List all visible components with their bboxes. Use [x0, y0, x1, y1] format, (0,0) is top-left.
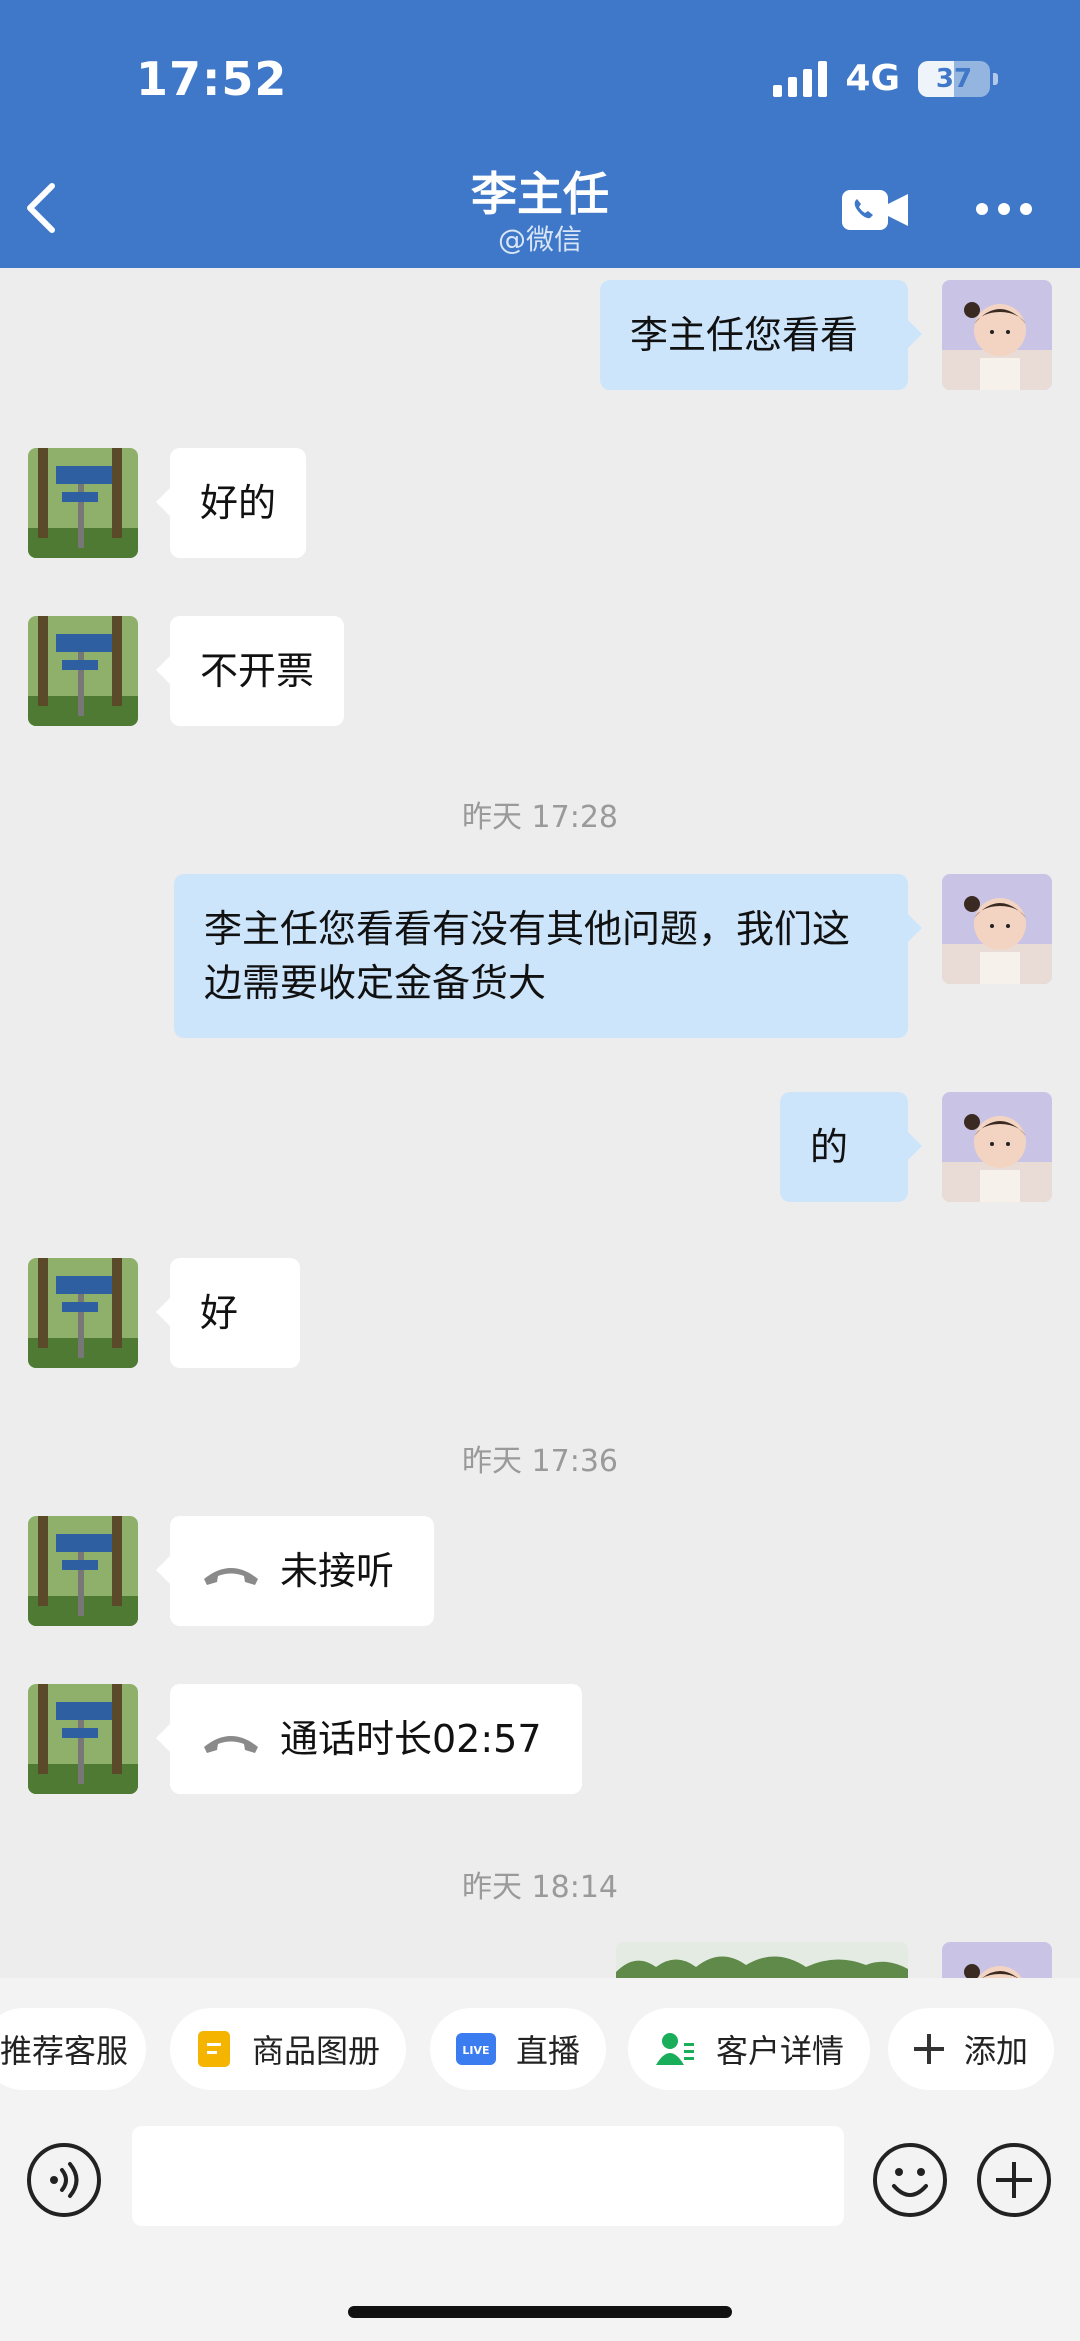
phone-hangup-icon — [204, 1735, 258, 1753]
message-incoming: 好的 — [155, 448, 307, 558]
image-message[interactable] — [616, 1942, 908, 1978]
status-indicators: 4G 37 — [773, 58, 998, 99]
chip-label: 客户详情 — [716, 2032, 845, 2070]
quick-actions-bar: 推荐客服 商品图册 LIVE 直播 客户详情 添加 — [0, 1978, 1080, 2126]
chip-label: 添加 — [964, 2032, 1029, 2070]
customer-icon — [654, 2031, 696, 2067]
message-text: 不开票 — [200, 649, 315, 693]
more-actions-plus-icon[interactable] — [976, 2142, 1052, 2218]
quick-action-add[interactable]: 添加 — [888, 2008, 1054, 2090]
timestamp: 昨天 17:36 — [462, 1444, 618, 1479]
my-avatar[interactable] — [942, 280, 1052, 390]
message-outgoing: 的 — [780, 1092, 922, 1202]
contact-avatar[interactable] — [28, 1516, 138, 1626]
voice-input-icon[interactable] — [26, 2142, 102, 2218]
message-text: 李主任您看看 — [630, 313, 859, 357]
plus-icon — [914, 2031, 944, 2067]
message-text: 李主任您看看有没有其他问题，我们这边需要收定金备货大 — [204, 907, 851, 1005]
message-text: 未接听 — [280, 1549, 395, 1593]
quick-action-recommend-service[interactable]: 推荐客服 — [0, 2008, 146, 2090]
call-record-duration[interactable]: 通话时长02:57 — [156, 1684, 582, 1794]
chat-title: 李主任 — [471, 167, 609, 221]
message-incoming: 不开票 — [155, 616, 345, 726]
quick-action-product-catalog[interactable]: 商品图册 — [170, 2008, 407, 2090]
message-text: 的 — [810, 1125, 849, 1169]
message-text: 好 — [200, 1291, 239, 1335]
status-time: 17:52 — [136, 52, 288, 106]
battery-level: 37 — [935, 63, 973, 94]
quick-action-customer-details[interactable]: 客户详情 — [628, 2008, 871, 2090]
top-header: 17:52 4G 37 李主任 @微信 — [0, 0, 1080, 268]
contact-avatar[interactable] — [28, 448, 138, 558]
phone-hangup-icon — [204, 1567, 258, 1585]
message-outgoing: 李主任您看看有没有其他问题，我们这边需要收定金备货大 — [174, 874, 922, 1038]
timestamp: 昨天 18:14 — [462, 1870, 618, 1905]
signal-icon — [773, 60, 828, 97]
quick-action-live[interactable]: LIVE 直播 — [430, 2008, 607, 2090]
home-indicator — [348, 2306, 732, 2318]
chip-label: 推荐客服 — [0, 2032, 129, 2070]
live-badge-text: LIVE — [462, 2044, 489, 2057]
contact-avatar[interactable] — [28, 1684, 138, 1794]
message-text: 通话时长02:57 — [280, 1717, 542, 1761]
chat-subtitle: @微信 — [497, 223, 582, 256]
input-bar — [0, 2126, 1080, 2341]
contact-avatar[interactable] — [28, 1258, 138, 1368]
message-input[interactable] — [132, 2126, 844, 2226]
contact-avatar[interactable] — [28, 616, 138, 726]
message-incoming: 好 — [156, 1258, 300, 1368]
call-record-missed[interactable]: 未接听 — [156, 1516, 434, 1626]
message-outgoing: 李主任您看看 — [600, 280, 922, 390]
chip-label: 商品图册 — [252, 2032, 381, 2070]
battery-icon: 37 — [918, 60, 998, 97]
my-avatar[interactable] — [942, 874, 1052, 984]
my-avatar[interactable] — [942, 1942, 1052, 1978]
timestamp: 昨天 17:28 — [462, 800, 618, 835]
message-text: 好的 — [200, 481, 277, 525]
chip-label: 直播 — [516, 2032, 581, 2070]
video-call-icon[interactable] — [842, 188, 910, 232]
catalog-icon — [196, 2031, 232, 2067]
chat-area: 李主任您看看 好的 不开票 昨天 17:28 李主任您看看有没有其他问题，我们这… — [0, 268, 1080, 1978]
more-icon[interactable] — [976, 200, 1032, 218]
my-avatar[interactable] — [942, 1092, 1052, 1202]
network-type: 4G — [845, 58, 900, 99]
live-icon: LIVE — [456, 2031, 496, 2067]
emoji-icon[interactable] — [872, 2142, 948, 2218]
